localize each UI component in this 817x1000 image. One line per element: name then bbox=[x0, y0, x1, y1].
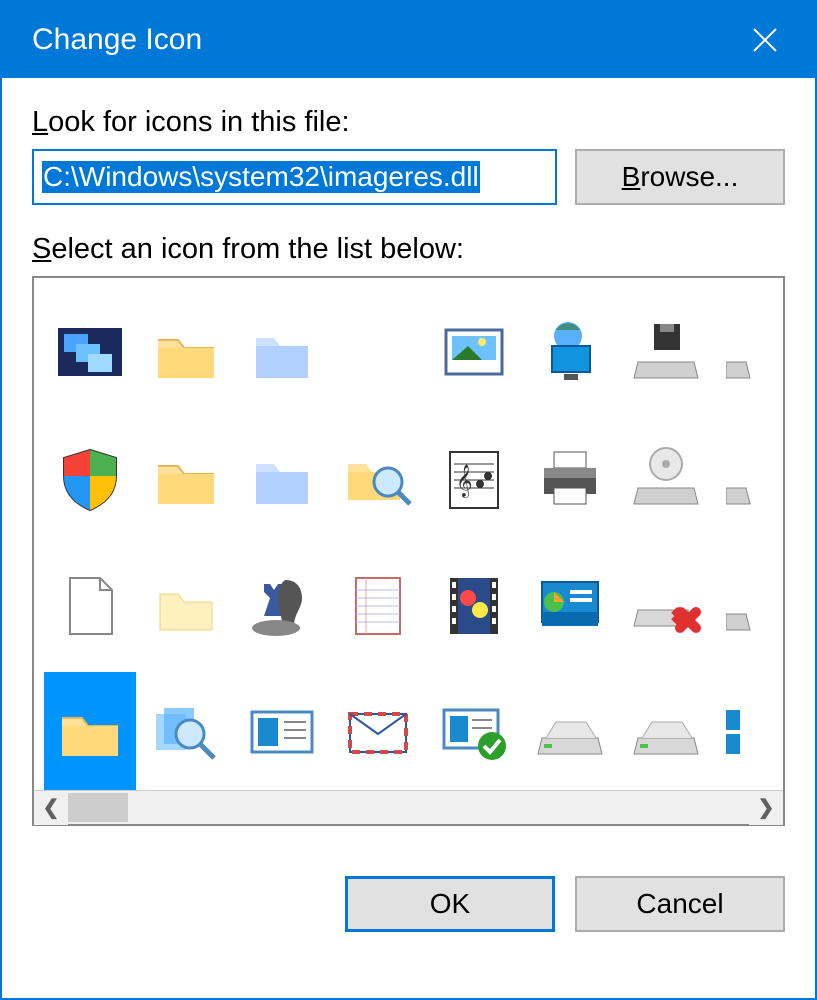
ok-button[interactable]: OK bbox=[345, 876, 555, 932]
scroll-right-button[interactable]: ❯ bbox=[749, 791, 783, 825]
select-icon-label: Select an icon from the list below: bbox=[32, 233, 785, 266]
browse-button[interactable]: Browse... bbox=[575, 149, 785, 205]
drive-disconnect-icon[interactable] bbox=[620, 546, 712, 666]
scroll-thumb[interactable] bbox=[68, 793, 128, 822]
file-path-text: C:\Windows\system32\imageres.dll bbox=[42, 161, 480, 193]
search-icon[interactable] bbox=[140, 672, 232, 790]
email-envelope-icon[interactable] bbox=[332, 672, 424, 790]
folder-search-icon[interactable] bbox=[332, 420, 424, 540]
window-title: Change Icon bbox=[32, 23, 202, 57]
folder-glass-icon[interactable] bbox=[236, 420, 328, 540]
file-path-input[interactable]: C:\Windows\system32\imageres.dll bbox=[32, 149, 557, 205]
contact-card-icon[interactable] bbox=[236, 672, 328, 790]
disc-drive-icon[interactable] bbox=[620, 420, 712, 540]
folder-glass-icon[interactable] bbox=[236, 294, 328, 414]
close-button[interactable] bbox=[735, 10, 795, 70]
svg-text:𝄞: 𝄞 bbox=[456, 465, 473, 498]
horizontal-scrollbar[interactable]: ❮ ❯ bbox=[34, 790, 783, 824]
drive-partial-icon[interactable] bbox=[716, 546, 783, 666]
windows-partial-icon[interactable] bbox=[716, 672, 783, 790]
games-chess-icon[interactable] bbox=[236, 546, 328, 666]
picture-icon[interactable] bbox=[428, 294, 520, 414]
cancel-button[interactable]: Cancel bbox=[575, 876, 785, 932]
floppy-drive-icon[interactable] bbox=[620, 294, 712, 414]
scroll-left-button[interactable]: ❮ bbox=[34, 791, 68, 825]
blank-icon[interactable] bbox=[332, 294, 424, 414]
folder-icon[interactable] bbox=[140, 294, 232, 414]
shield-windows-icon[interactable] bbox=[44, 420, 136, 540]
icon-list: 𝄞 ❮ ❯ bbox=[32, 276, 785, 826]
look-for-label: Look for icons in this file: bbox=[32, 106, 785, 139]
document-lined-icon[interactable] bbox=[332, 546, 424, 666]
close-icon bbox=[751, 26, 779, 54]
document-blank-icon[interactable] bbox=[44, 546, 136, 666]
folder-light-icon[interactable] bbox=[140, 546, 232, 666]
icon-grid[interactable]: 𝄞 bbox=[34, 278, 783, 790]
drive-partial-icon[interactable] bbox=[716, 420, 783, 540]
drive-partial-icon[interactable] bbox=[716, 294, 783, 414]
drive-icon[interactable] bbox=[524, 672, 616, 790]
network-collection-icon[interactable] bbox=[44, 294, 136, 414]
video-clip-icon[interactable] bbox=[428, 546, 520, 666]
printer-icon[interactable] bbox=[524, 420, 616, 540]
titlebar: Change Icon bbox=[2, 2, 815, 78]
folder-icon[interactable] bbox=[140, 420, 232, 540]
network-monitor-icon[interactable] bbox=[524, 294, 616, 414]
contact-ok-icon[interactable] bbox=[428, 672, 520, 790]
scroll-track[interactable] bbox=[68, 791, 749, 824]
folder-icon[interactable] bbox=[44, 672, 136, 790]
control-panel-icon[interactable] bbox=[524, 546, 616, 666]
drive-icon[interactable] bbox=[620, 672, 712, 790]
music-sheet-icon[interactable]: 𝄞 bbox=[428, 420, 520, 540]
